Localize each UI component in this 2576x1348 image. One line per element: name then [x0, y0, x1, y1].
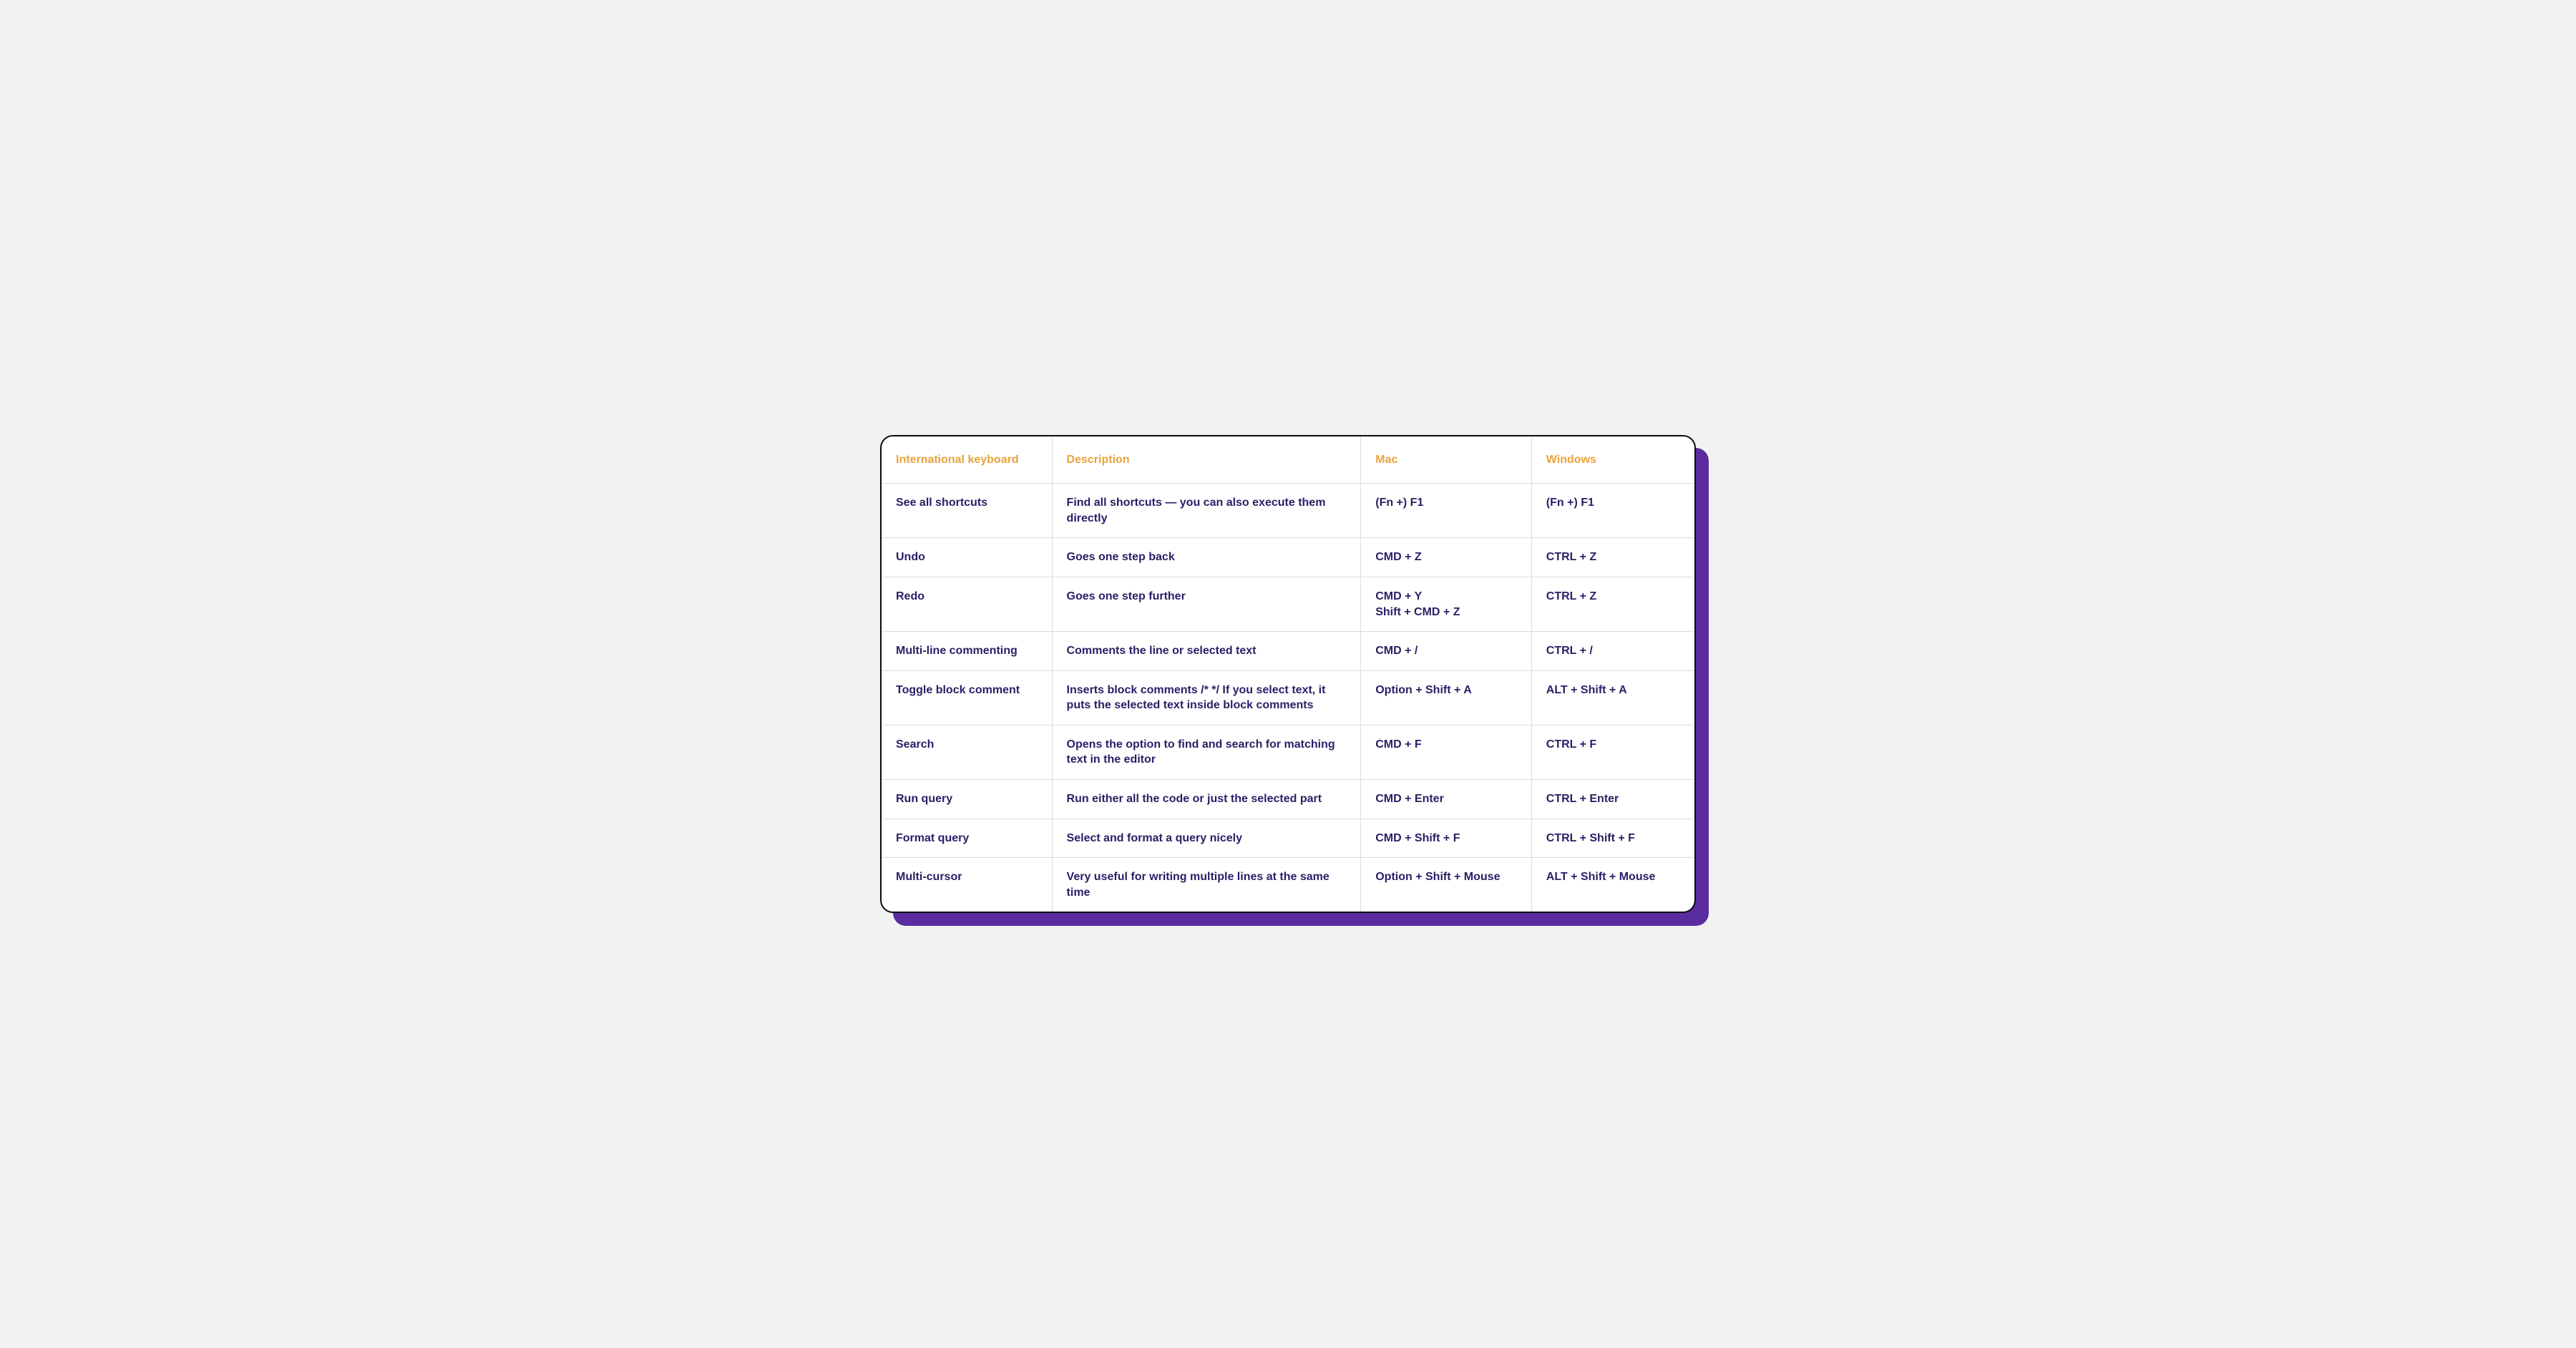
cell-description: Comments the line or selected text: [1053, 632, 1362, 671]
cell-description: Very useful for writing multiple lines a…: [1053, 858, 1362, 912]
shortcuts-card: International keyboard Description Mac W…: [880, 435, 1696, 914]
cell-description: Opens the option to find and search for …: [1053, 726, 1362, 780]
cell-shortcut-name-line: See all shortcuts: [896, 495, 1038, 511]
shortcuts-table: International keyboard Description Mac W…: [880, 435, 1696, 914]
cell-description-line: Select and format a query nicely: [1067, 831, 1347, 846]
cell-windows-line: CTRL + Enter: [1546, 791, 1680, 807]
cell-windows: CTRL + /: [1532, 632, 1694, 671]
cell-windows-line: CTRL + F: [1546, 737, 1680, 753]
cell-description-line: Very useful for writing multiple lines a…: [1067, 869, 1347, 900]
cell-mac-line: CMD + /: [1375, 643, 1517, 659]
col-header-windows: Windows: [1532, 436, 1694, 484]
cell-mac: CMD + F: [1361, 726, 1532, 780]
cell-mac: CMD + Z: [1361, 538, 1532, 577]
cell-shortcut-name: Search: [882, 726, 1053, 780]
cell-shortcut-name-line: Search: [896, 737, 1038, 753]
cell-shortcut-name-line: Undo: [896, 550, 1038, 565]
cell-mac-line: CMD + Y: [1375, 589, 1517, 605]
cell-shortcut-name: Multi-cursor: [882, 858, 1053, 912]
cell-mac-line: (Fn +) F1: [1375, 495, 1517, 511]
cell-windows-line: ALT + Shift + Mouse: [1546, 869, 1680, 885]
cell-windows-line: CTRL + /: [1546, 643, 1680, 659]
cell-mac: CMD + /: [1361, 632, 1532, 671]
cell-shortcut-name-line: Redo: [896, 589, 1038, 605]
cell-windows: CTRL + Z: [1532, 538, 1694, 577]
cell-shortcut-name: Format query: [882, 819, 1053, 859]
cell-windows: ALT + Shift + Mouse: [1532, 858, 1694, 912]
cell-mac-line: CMD + F: [1375, 737, 1517, 753]
table-row: Toggle block comment Inserts block commen…: [882, 671, 1694, 726]
col-header-keyboard: International keyboard: [882, 436, 1053, 484]
cell-windows: CTRL + Enter: [1532, 780, 1694, 819]
cell-shortcut-name: See all shortcuts: [882, 484, 1053, 538]
cell-description-line: Goes one step back: [1067, 550, 1347, 565]
cell-description-line: Comments the line or selected text: [1067, 643, 1347, 659]
cell-windows-line: CTRL + Z: [1546, 550, 1680, 565]
cell-description: Find all shortcuts — you can also execut…: [1053, 484, 1362, 538]
table-row: Redo Goes one step further CMD + YShift + …: [882, 577, 1694, 632]
table-row: See all shortcuts Find all shortcuts — yo…: [882, 484, 1694, 538]
cell-mac: Option + Shift + A: [1361, 671, 1532, 726]
table-row: Multi-line commenting Comments the line o…: [882, 632, 1694, 671]
cell-description: Select and format a query nicely: [1053, 819, 1362, 859]
cell-windows: ALT + Shift + A: [1532, 671, 1694, 726]
table-header-row: International keyboard Description Mac W…: [882, 436, 1694, 484]
cell-description: Goes one step further: [1053, 577, 1362, 632]
cell-mac: CMD + YShift + CMD + Z: [1361, 577, 1532, 632]
cell-description-line: Goes one step further: [1067, 589, 1347, 605]
cell-shortcut-name: Undo: [882, 538, 1053, 577]
cell-shortcut-name: Run query: [882, 780, 1053, 819]
cell-description-line: Run either all the code or just the sele…: [1067, 791, 1347, 807]
cell-mac: (Fn +) F1: [1361, 484, 1532, 538]
cell-windows-line: CTRL + Z: [1546, 589, 1680, 605]
cell-description: Goes one step back: [1053, 538, 1362, 577]
col-header-mac: Mac: [1361, 436, 1532, 484]
cell-description: Inserts block comments /* */ If you sele…: [1053, 671, 1362, 726]
col-header-description: Description: [1053, 436, 1362, 484]
cell-shortcut-name: Redo: [882, 577, 1053, 632]
cell-shortcut-name-line: Toggle block comment: [896, 683, 1038, 698]
cell-mac-line: Shift + CMD + Z: [1375, 605, 1517, 620]
cell-mac: Option + Shift + Mouse: [1361, 858, 1532, 912]
table-row: Format query Select and format a query ni…: [882, 819, 1694, 859]
cell-shortcut-name: Multi-line commenting: [882, 632, 1053, 671]
cell-shortcut-name: Toggle block comment: [882, 671, 1053, 726]
cell-shortcut-name-line: Multi-line commenting: [896, 643, 1038, 659]
cell-description-line: Inserts block comments /* */ If you sele…: [1067, 683, 1347, 713]
cell-shortcut-name-line: Format query: [896, 831, 1038, 846]
cell-mac: CMD + Enter: [1361, 780, 1532, 819]
cell-windows: CTRL + Shift + F: [1532, 819, 1694, 859]
cell-mac-line: CMD + Enter: [1375, 791, 1517, 807]
table-row: Undo Goes one step back CMD + Z CTRL + Z: [882, 538, 1694, 577]
cell-shortcut-name-line: Run query: [896, 791, 1038, 807]
table-body: See all shortcuts Find all shortcuts — yo…: [882, 484, 1694, 912]
cell-mac-line: CMD + Z: [1375, 550, 1517, 565]
cell-windows-line: (Fn +) F1: [1546, 495, 1680, 511]
cell-shortcut-name-line: Multi-cursor: [896, 869, 1038, 885]
cell-mac-line: Option + Shift + Mouse: [1375, 869, 1517, 885]
table-row: Run query Run either all the code or just…: [882, 780, 1694, 819]
cell-windows: CTRL + F: [1532, 726, 1694, 780]
cell-windows-line: CTRL + Shift + F: [1546, 831, 1680, 846]
cell-mac-line: CMD + Shift + F: [1375, 831, 1517, 846]
cell-description-line: Find all shortcuts — you can also execut…: [1067, 495, 1347, 526]
cell-description: Run either all the code or just the sele…: [1053, 780, 1362, 819]
table-row: Multi-cursor Very useful for writing mult…: [882, 858, 1694, 912]
cell-description-line: Opens the option to find and search for …: [1067, 737, 1347, 768]
table-row: Search Opens the option to find and searc…: [882, 726, 1694, 780]
cell-windows-line: ALT + Shift + A: [1546, 683, 1680, 698]
cell-windows: (Fn +) F1: [1532, 484, 1694, 538]
cell-mac: CMD + Shift + F: [1361, 819, 1532, 859]
cell-windows: CTRL + Z: [1532, 577, 1694, 632]
cell-mac-line: Option + Shift + A: [1375, 683, 1517, 698]
